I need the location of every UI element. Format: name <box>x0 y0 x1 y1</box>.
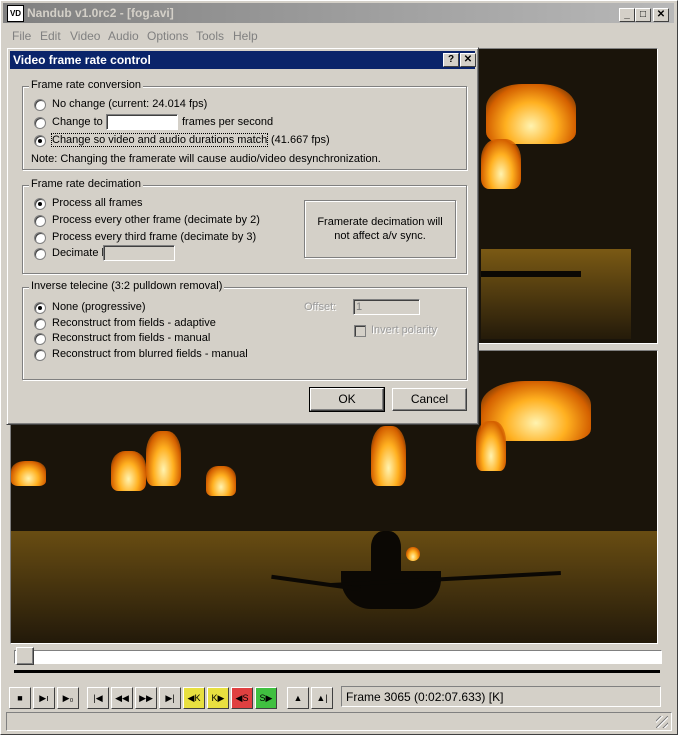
change-to-radio[interactable] <box>34 117 46 129</box>
invert-polarity-label[interactable]: Invert polarity <box>371 324 437 336</box>
change-to-label[interactable]: Change to <box>52 116 103 128</box>
frame-status: Frame 3065 (0:02:07.633) [K] <box>346 690 504 704</box>
match-durations-label[interactable]: Change so video and audio durations matc… <box>50 133 269 147</box>
conversion-group-label: Frame rate conversion <box>29 79 144 91</box>
play-input-icon[interactable]: ▶ı <box>33 687 55 709</box>
menu-audio[interactable]: Audio <box>108 29 139 43</box>
all-frames-radio[interactable] <box>34 198 46 210</box>
invert-polarity-checkbox[interactable] <box>354 325 366 337</box>
no-change-radio[interactable] <box>34 99 46 111</box>
mark-in-icon[interactable]: ▲ <box>287 687 309 709</box>
dialog-title: Video frame rate control <box>13 53 151 67</box>
frame-rate-dialog: Video frame rate control ? ✕ Frame rate … <box>6 47 479 425</box>
telecine-blurred-radio[interactable] <box>34 349 46 361</box>
timeline-ruler <box>14 670 660 673</box>
menu-edit[interactable]: Edit <box>40 29 61 43</box>
conversion-note: Note: Changing the framerate will cause … <box>31 153 381 165</box>
decimate-3-label[interactable]: Process every third frame (decimate by 3… <box>52 231 256 243</box>
decimation-group-label: Frame rate decimation <box>29 178 144 190</box>
decimate-by-radio[interactable] <box>34 248 46 260</box>
menu-video[interactable]: Video <box>70 29 100 43</box>
offset-label: Offset: <box>304 301 337 313</box>
change-to-input[interactable] <box>106 114 178 130</box>
frame-status-field: Frame 3065 (0:02:07.633) [K] <box>341 686 661 707</box>
app-icon[interactable]: VD <box>7 5 24 22</box>
maximize-button[interactable]: □ <box>635 8 651 22</box>
conversion-group: Frame rate conversion No change (current… <box>22 79 467 170</box>
decimation-info-text: Framerate decimation will not affect a/v… <box>317 216 443 242</box>
no-change-label[interactable]: No change (current: 24.014 fps) <box>52 98 207 110</box>
decimation-info-box: Framerate decimation will not affect a/v… <box>304 200 456 258</box>
decimate-2-radio[interactable] <box>34 215 46 227</box>
decimation-group: Frame rate decimation Process all frames… <box>22 178 467 274</box>
menu-options[interactable]: Options <box>147 29 188 43</box>
go-end-icon[interactable]: ▶| <box>159 687 181 709</box>
position-thumb[interactable] <box>16 647 34 665</box>
offset-input[interactable] <box>353 299 420 315</box>
prev-scene-icon[interactable]: ◀S <box>231 687 253 709</box>
play-output-icon[interactable]: ▶₀ <box>57 687 79 709</box>
telecine-none-label[interactable]: None (progressive) <box>52 301 146 313</box>
all-frames-label[interactable]: Process all frames <box>52 197 142 209</box>
telecine-manual-radio[interactable] <box>34 333 46 345</box>
help-button[interactable]: ? <box>443 53 459 67</box>
status-bar <box>6 712 672 731</box>
telecine-none-radio[interactable] <box>34 302 46 314</box>
minimize-button[interactable]: _ <box>619 8 635 22</box>
telecine-adaptive-label[interactable]: Reconstruct from fields - adaptive <box>52 317 216 329</box>
telecine-group-label: Inverse telecine (3:2 pulldown removal) <box>29 280 225 292</box>
telecine-adaptive-radio[interactable] <box>34 318 46 330</box>
telecine-blurred-label[interactable]: Reconstruct from blurred fields - manual <box>52 348 248 360</box>
stop-icon[interactable]: ■ <box>9 687 31 709</box>
dialog-close-button[interactable]: ✕ <box>460 53 476 67</box>
go-start-icon[interactable]: |◀ <box>87 687 109 709</box>
resize-grip-icon[interactable] <box>656 716 668 728</box>
window-title: Nandub v1.0rc2 - [fog.avi] <box>27 6 174 20</box>
dialog-titlebar[interactable]: Video frame rate control ? ✕ <box>10 51 476 69</box>
ok-button[interactable]: OK <box>309 387 385 412</box>
match-fps-label: (41.667 fps) <box>271 134 330 146</box>
cancel-button[interactable]: Cancel <box>392 388 467 411</box>
telecine-manual-label[interactable]: Reconstruct from fields - manual <box>52 332 210 344</box>
decimate-by-input[interactable] <box>103 245 175 261</box>
position-track[interactable] <box>14 650 662 664</box>
decimate-3-radio[interactable] <box>34 232 46 244</box>
decimate-2-label[interactable]: Process every other frame (decimate by 2… <box>52 214 260 226</box>
close-button[interactable]: ✕ <box>653 8 669 22</box>
menu-bar: File Edit Video Audio Options Tools Help <box>3 25 674 45</box>
menu-help[interactable]: Help <box>233 29 258 43</box>
step-back-icon[interactable]: ◀◀ <box>111 687 133 709</box>
match-durations-radio[interactable] <box>34 135 46 147</box>
prev-keyframe-icon[interactable]: ◀K <box>183 687 205 709</box>
menu-file[interactable]: File <box>12 29 31 43</box>
next-keyframe-icon[interactable]: K▶ <box>207 687 229 709</box>
fps-suffix-label: frames per second <box>182 116 274 128</box>
telecine-group: Inverse telecine (3:2 pulldown removal) … <box>22 280 467 380</box>
next-scene-icon[interactable]: S▶ <box>255 687 277 709</box>
main-titlebar[interactable]: VD Nandub v1.0rc2 - [fog.avi] _ □ ✕ <box>3 3 674 23</box>
step-forward-icon[interactable]: ▶▶ <box>135 687 157 709</box>
menu-tools[interactable]: Tools <box>196 29 224 43</box>
mark-out-icon[interactable]: ▲| <box>311 687 333 709</box>
